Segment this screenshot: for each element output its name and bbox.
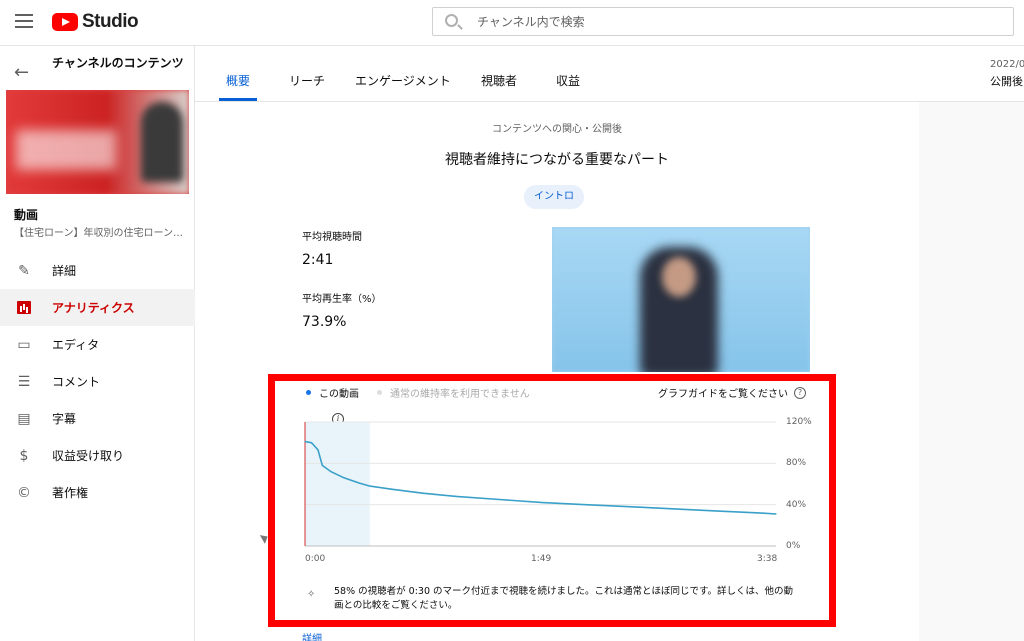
tab-engagement[interactable]: エンゲージメント [355,72,451,89]
sidebar-nav: ✎ 詳細 アナリティクス ▭ エディタ ☰ コメント ▤ 字幕 $ 収益受け取り… [0,252,195,511]
tab-audience[interactable]: 視聴者 [481,72,517,89]
dollar-icon: $ [19,447,29,464]
top-header: Studio [0,0,1024,46]
pencil-icon: ✎ [18,262,30,279]
sidebar-item-label: 詳細 [52,264,77,278]
card-title: 視聴者維持につながる重要なパート [445,152,669,168]
tab-reach[interactable]: リーチ [289,72,325,89]
sidebar-item-label: 著作権 [52,486,89,500]
retention-insight: 58% の視聴者が 0:30 のマーク付近まで視聴を続けました。これは通常とほぼ… [334,586,794,611]
sidebar-item-label: 字幕 [52,412,77,426]
sidebar: ← チャンネルのコンテンツ 動画 【住宅ローン】年収別の住宅ローン… ✎ 詳細 … [0,46,195,641]
intro-chip[interactable]: イントロ [524,185,584,209]
details-link[interactable]: 詳細 [302,630,322,641]
x-tick-label: 0:00 [305,554,326,564]
subtitles-icon: ▤ [17,410,31,427]
comment-icon: ☰ [17,373,31,390]
sidebar-item-label: アナリティクス [52,301,135,315]
studio-logo[interactable]: Studio [52,11,139,33]
hamburger-menu-icon[interactable] [15,14,33,28]
y-tick-label: 40% [786,500,807,510]
legend-typical-unavailable: 通常の維持率を利用できません [390,389,530,400]
y-tick-label: 0% [786,541,801,551]
search-icon [445,14,458,27]
avg-percentage-viewed-label: 平均再生率（%） [302,294,382,305]
youtube-logo-icon [52,13,78,31]
info-icon[interactable]: i [332,413,344,425]
legend-this-video: この動画 [319,389,359,400]
help-icon[interactable]: ? [794,386,806,399]
back-arrow-icon[interactable]: ← [14,62,29,83]
avg-view-duration-value: 2:41 [302,252,334,268]
x-tick-label: 1:49 [531,554,552,564]
card-subtitle: コンテンツへの関心・公開後 [492,124,622,135]
video-preview[interactable] [552,227,810,372]
sidebar-item-label: 収益受け取り [52,449,125,463]
sidebar-item-label: エディタ [52,338,100,352]
avg-percentage-viewed-value: 73.9% [302,314,347,330]
tab-bar: 概要 リーチ エンゲージメント 視聴者 収益 [195,46,1024,102]
sidebar-item-label: コメント [52,375,101,389]
tab-overview[interactable]: 概要 [226,72,250,89]
sidebar-item-editor[interactable]: ▭ エディタ [0,326,195,363]
sidebar-item-analytics[interactable]: アナリティクス [0,289,195,326]
sidebar-item-comments[interactable]: ☰ コメント [0,363,195,400]
sidebar-item-details[interactable]: ✎ 詳細 [0,252,195,289]
video-title: 【住宅ローン】年収別の住宅ローン… [14,228,183,239]
analytics-icon [16,300,32,316]
video-thumbnail[interactable] [6,90,189,194]
video-label: 動画 [14,208,39,222]
graph-guide-link[interactable]: グラフガイドをご覧ください ? [658,385,806,400]
editor-icon: ▭ [17,336,31,353]
sidebar-title: チャンネルのコンテンツ [52,56,184,70]
date-range-value[interactable]: 公開後 [990,73,1023,89]
logo-text: Studio [82,11,139,32]
date-range-label: 2022/0 [990,59,1024,70]
search-box[interactable] [432,7,1014,36]
sidebar-item-subtitles[interactable]: ▤ 字幕 [0,400,195,437]
sparkle-icon: ✧ [307,589,316,600]
legend-dot-typical [377,390,382,395]
sidebar-item-copyright[interactable]: © 著作権 [0,474,195,511]
copyright-icon: © [17,484,31,501]
y-tick-label: 80% [786,458,807,468]
graph-guide-label: グラフガイドをご覧ください [658,389,788,400]
legend-dot-this-video [306,390,311,395]
y-tick-label: 120% [786,417,812,427]
chart-legend: この動画 通常の維持率を利用できません [306,385,530,400]
search-input[interactable] [477,12,997,32]
avg-view-duration-label: 平均視聴時間 [302,232,362,243]
tab-revenue[interactable]: 収益 [556,72,580,89]
sidebar-item-earn[interactable]: $ 収益受け取り [0,437,195,474]
x-tick-label: 3:38 [757,554,778,564]
active-tab-indicator [219,98,257,101]
